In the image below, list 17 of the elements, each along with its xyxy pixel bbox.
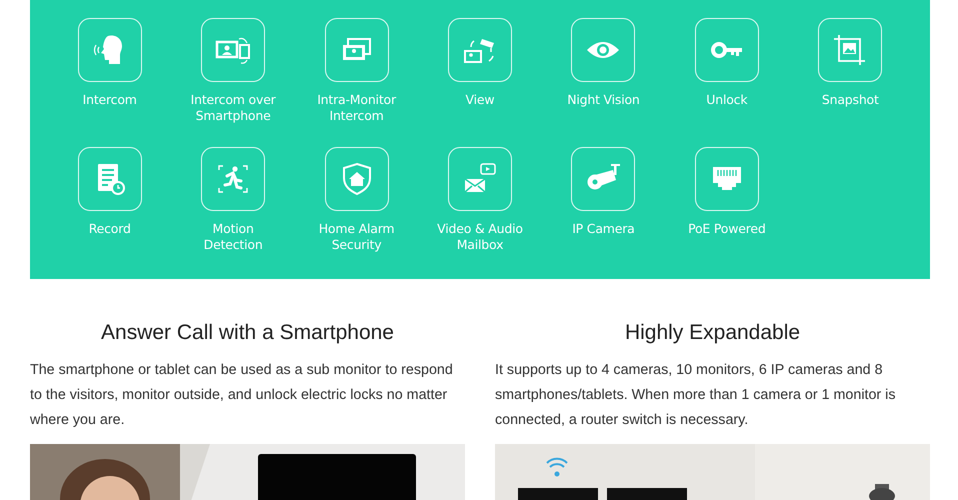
feature-label: Intra-Monitor Intercom	[316, 92, 398, 124]
section-text: It supports up to 4 cameras, 10 monitors, 6 IP cameras and 8 smartphones/tablets. When more than 1 camera or 1 monitor is connected, a router switch is necessary.	[495, 361, 896, 430]
section-heading: Highly Expandable	[624, 320, 802, 346]
feature-label: Intercom	[82, 92, 138, 108]
feature-label: PoE Powered	[687, 221, 767, 237]
feature-label: Video & Audio Mailbox	[436, 221, 524, 253]
feature-label: View	[464, 92, 496, 108]
section-heading: Answer Call with a Smartphone	[100, 320, 395, 346]
feature-label: Unlock	[705, 92, 748, 108]
feature-label: Snapshot	[820, 92, 880, 108]
feature-label: Motion Detection	[202, 221, 264, 253]
feature-label: Record	[88, 221, 132, 237]
feature-label: Home Alarm Security	[318, 221, 396, 253]
feature-label: Intercom over Smartphone	[190, 92, 277, 124]
section-text: The smartphone or tablet can be used as a sub monitor to respond to the visitors, monitor outside, and unlock electric locks no matter where you are.	[30, 361, 454, 430]
feature-label: IP Camera	[571, 221, 636, 237]
feature-label: Night Vision	[566, 92, 641, 108]
